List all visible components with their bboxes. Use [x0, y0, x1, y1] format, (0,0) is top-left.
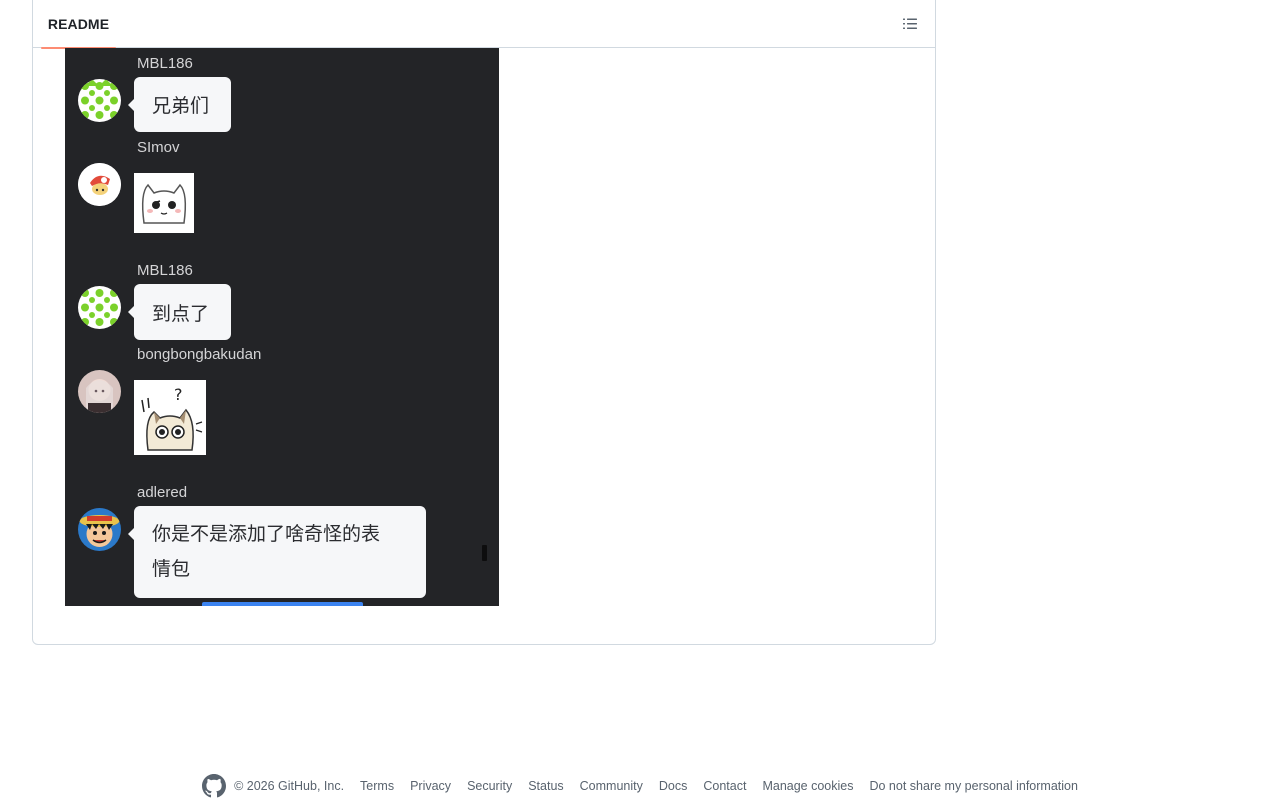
- red-cap-character-avatar[interactable]: [78, 163, 121, 206]
- message-author: SImov: [137, 139, 180, 156]
- footer-link-community[interactable]: Community: [580, 779, 643, 793]
- message-text: 到点了: [152, 302, 210, 325]
- footer-copyright: © 2026 GitHub, Inc.: [234, 779, 345, 793]
- outline-button[interactable]: [895, 9, 925, 39]
- tab-readme[interactable]: README: [41, 0, 116, 49]
- chat-scrollbar-thumb[interactable]: [482, 545, 487, 561]
- message-bubble[interactable]: 到点了: [128, 284, 231, 340]
- tab-readme-label: README: [47, 16, 110, 32]
- message-text-line-1: 你是不是添加了啥奇怪的表: [152, 523, 381, 545]
- message-author: MBL186: [137, 55, 193, 72]
- message-author: MBL186: [137, 262, 193, 279]
- chat-input-indicator: [202, 602, 363, 606]
- footer-link-docs[interactable]: Docs: [659, 779, 687, 793]
- chat-embed[interactable]: MBL186 兄弟们 SImov MBL186 到点了 bongbongbaku…: [65, 48, 499, 606]
- green-pattern-avatar[interactable]: [78, 79, 121, 122]
- footer-link-do-not-share[interactable]: Do not share my personal information: [869, 779, 1077, 793]
- site-footer: © 2026 GitHub, Inc. Terms Privacy Securi…: [0, 772, 1280, 800]
- confused-cat-sticker[interactable]: ?: [134, 380, 206, 455]
- straw-hat-avatar[interactable]: [78, 508, 121, 551]
- svg-text:?: ?: [174, 385, 183, 404]
- footer-link-security[interactable]: Security: [467, 779, 512, 793]
- github-mark-icon[interactable]: [202, 774, 227, 798]
- footer-link-terms[interactable]: Terms: [360, 779, 394, 793]
- anime-girl-avatar[interactable]: [78, 370, 121, 413]
- message-author: adlered: [137, 484, 188, 501]
- message-bubble[interactable]: 兄弟们: [128, 77, 231, 132]
- footer-link-status[interactable]: Status: [528, 779, 563, 793]
- white-cat-sticker[interactable]: [134, 173, 194, 233]
- message-bubble[interactable]: 你是不是添加了啥奇怪的表 情包: [128, 506, 426, 598]
- footer-link-manage-cookies[interactable]: Manage cookies: [762, 779, 853, 793]
- readme-container: README MBL186 兄弟们 SImov MBL186 到点了 bongb…: [32, 0, 936, 645]
- message-text: 兄弟们: [152, 95, 210, 117]
- message-author: bongbongbakudan: [137, 346, 262, 363]
- readme-header: README: [33, 0, 935, 49]
- footer-link-privacy[interactable]: Privacy: [410, 779, 451, 793]
- message-text-line-2: 情包: [152, 558, 191, 580]
- list-unordered-icon: [903, 18, 917, 29]
- green-pattern-avatar[interactable]: [78, 286, 121, 329]
- footer-link-contact[interactable]: Contact: [703, 779, 746, 793]
